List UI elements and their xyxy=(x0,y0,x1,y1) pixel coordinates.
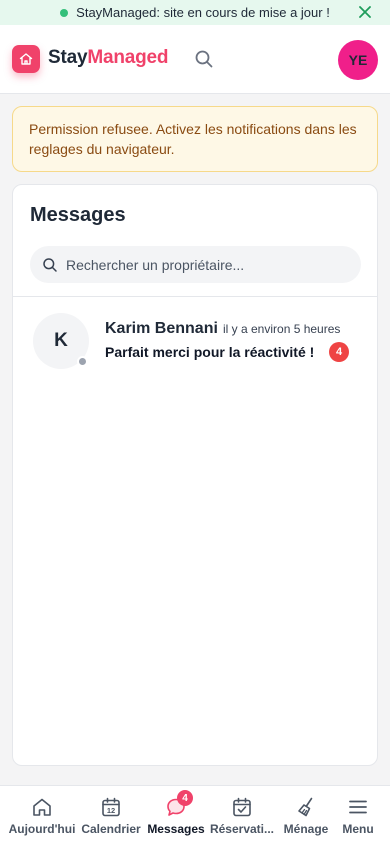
close-icon[interactable] xyxy=(356,3,374,21)
nav-label-menu: Menu xyxy=(342,822,374,836)
message-preview: Parfait merci pour la réactivité ! xyxy=(105,344,315,360)
nav-item-calendar[interactable]: 12 Calendrier xyxy=(80,786,142,844)
messages-panel: Messages K Karim Bennani il y a environ … xyxy=(12,184,378,766)
status-dot xyxy=(60,8,69,17)
nav-item-cleaning[interactable]: Ménage xyxy=(280,786,332,844)
search-icon xyxy=(42,257,58,273)
bottom-navigation: Aujourd'hui 12 Calendrier 4 Messages Rés… xyxy=(0,785,390,844)
brand-name-part2: Managed xyxy=(87,47,169,68)
calendar-icon-day: 12 xyxy=(107,806,115,815)
nav-label-messages: Messages xyxy=(147,822,205,836)
banner-text: StayManaged: site en cours de mise a jou… xyxy=(76,5,330,20)
warning-text: Permission refusee. Activez les notifica… xyxy=(29,121,357,157)
calendar-icon: 12 xyxy=(99,795,123,819)
brand-logo[interactable]: StayManaged xyxy=(48,47,168,69)
menu-icon xyxy=(346,795,370,819)
nav-item-today[interactable]: Aujourd'hui xyxy=(4,786,80,844)
presence-indicator xyxy=(77,356,88,367)
nav-label-cleaning: Ménage xyxy=(283,822,329,836)
app-header: StayManaged YE xyxy=(0,25,390,94)
search-input[interactable] xyxy=(66,256,346,273)
messages-badge: 4 xyxy=(177,790,193,806)
nav-label-reservations: Réservati... xyxy=(209,822,275,836)
nav-item-reservations[interactable]: Réservati... xyxy=(208,786,276,844)
unread-count-badge: 4 xyxy=(329,342,349,362)
contact-name: Karim Bennani xyxy=(105,320,218,337)
page-title: Messages xyxy=(30,204,126,226)
calendar-check-icon xyxy=(230,795,254,819)
nav-item-menu[interactable]: Menu xyxy=(336,786,380,844)
chat-bubble-icon: 4 xyxy=(164,790,193,819)
nav-label-today: Aujourd'hui xyxy=(8,822,76,836)
nav-item-messages[interactable]: 4 Messages xyxy=(146,786,206,844)
home-icon xyxy=(30,795,54,819)
home-logo-icon[interactable] xyxy=(12,45,40,73)
search-icon[interactable] xyxy=(194,49,214,69)
user-avatar[interactable]: YE xyxy=(338,40,378,80)
update-banner: StayManaged: site en cours de mise a jou… xyxy=(0,0,390,25)
nav-label-calendar: Calendrier xyxy=(81,822,141,836)
owner-search[interactable] xyxy=(30,246,361,283)
notification-permission-warning: Permission refusee. Activez les notifica… xyxy=(12,106,378,172)
broom-icon xyxy=(294,795,318,819)
message-timestamp: il y a environ 5 heures xyxy=(223,322,341,336)
conversation-item[interactable]: K Karim Bennani il y a environ 5 heures … xyxy=(13,297,377,373)
brand-name-part1: Stay xyxy=(48,47,88,68)
